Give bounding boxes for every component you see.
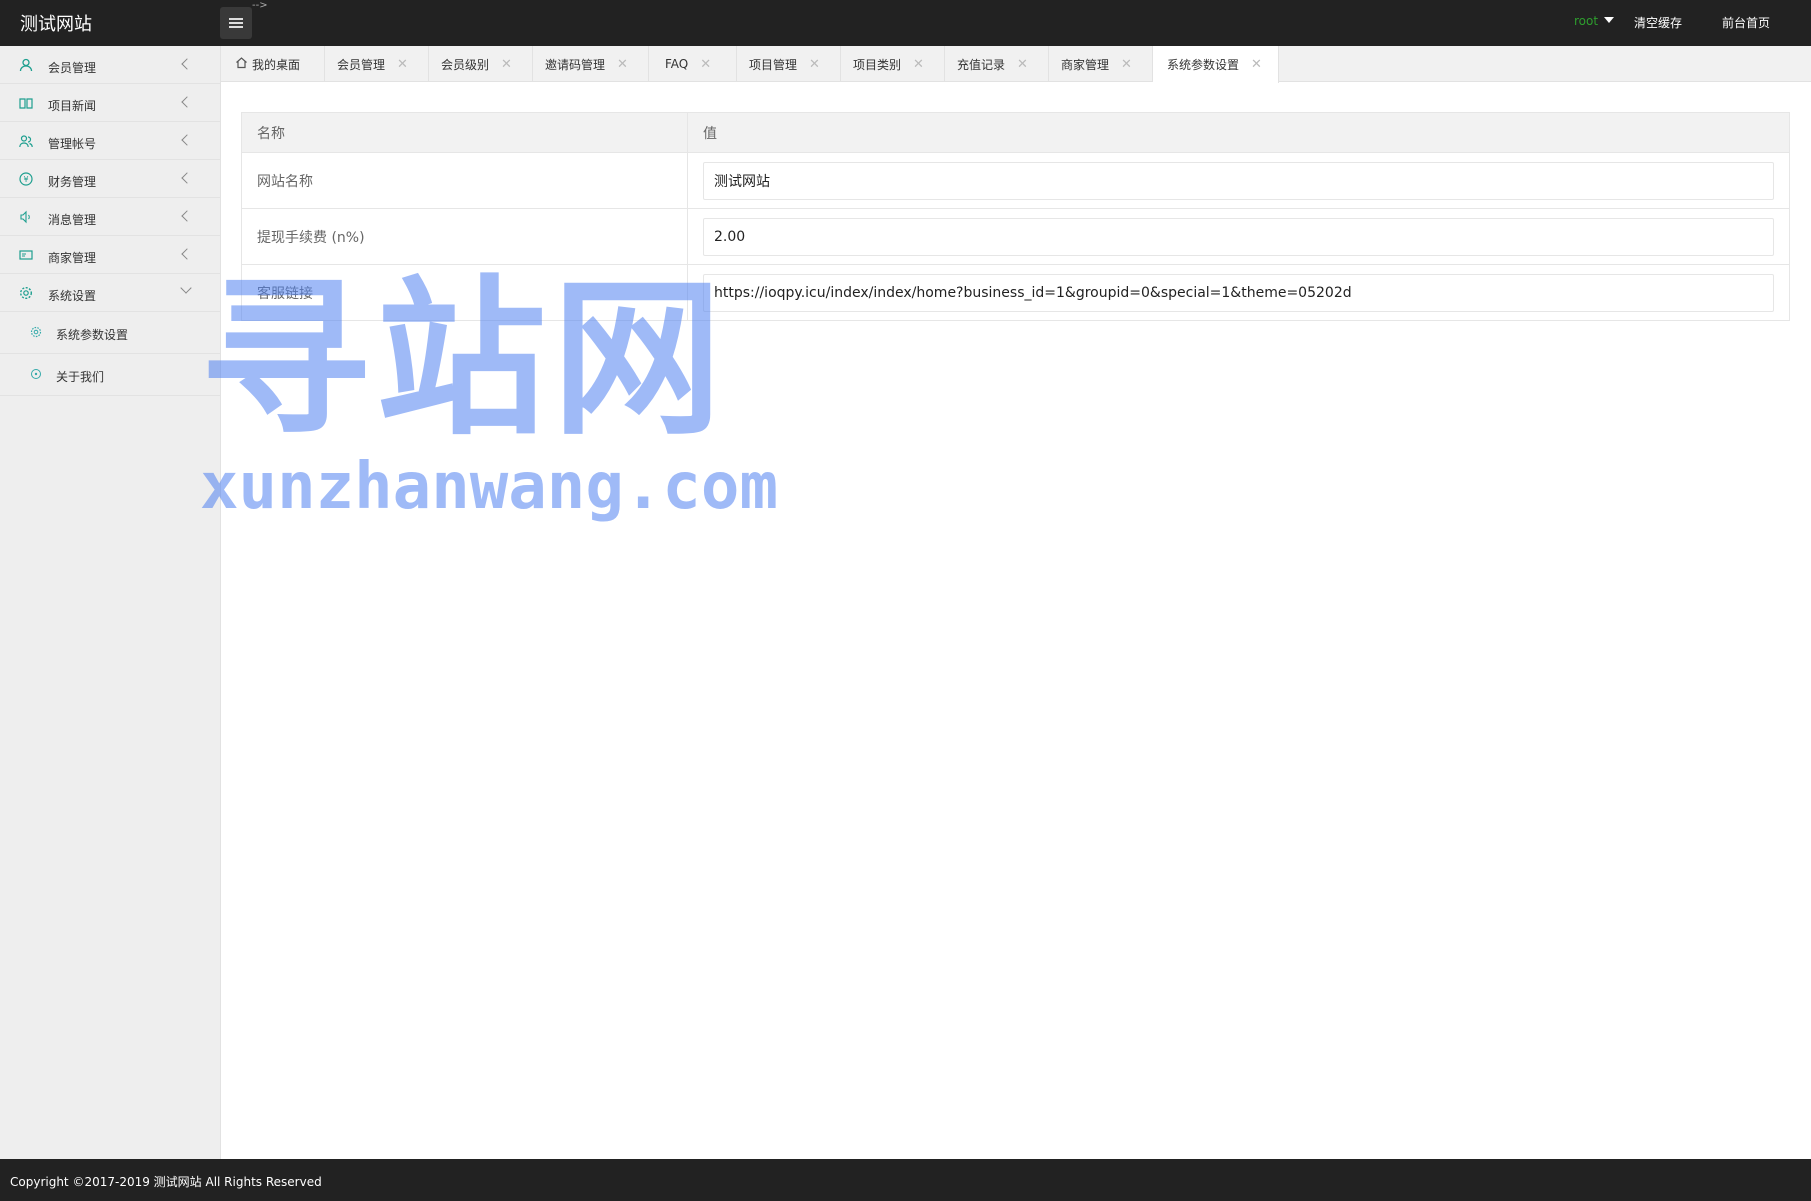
main-content: 名称 值 网站名称 提现手续费 (n%) 客服链接 — [241, 112, 1790, 321]
username: root — [1574, 14, 1599, 28]
sidebar-subitem-label: 系统参数设置 — [56, 328, 129, 342]
hamburger-icon — [229, 18, 243, 28]
tab-members[interactable]: 会员管理 ✕ — [325, 46, 429, 82]
sidebar-item-label: 会员管理 — [48, 61, 97, 75]
chevron-left-icon — [181, 134, 193, 146]
chevron-down-icon — [180, 282, 192, 294]
close-icon[interactable]: ✕ — [809, 57, 820, 72]
tab-merchants[interactable]: 商家管理 ✕ — [1049, 46, 1153, 82]
menu-toggle-button[interactable] — [220, 7, 252, 39]
sidebar-subitem-system-params[interactable]: 系统参数设置 — [0, 312, 220, 354]
tab-member-levels[interactable]: 会员级别 ✕ — [429, 46, 533, 82]
gear-icon — [19, 286, 33, 300]
close-icon[interactable]: ✕ — [501, 57, 512, 72]
tab-label: 商家管理 — [1061, 57, 1110, 72]
param-value-cell — [687, 208, 1790, 265]
caret-down-icon — [1604, 17, 1615, 23]
tab-label: 邀请码管理 — [545, 57, 606, 72]
watermark-domain: xunzhanwang.com — [200, 450, 778, 524]
tab-faq[interactable]: FAQ ✕ — [649, 46, 737, 82]
sidebar-item-messages[interactable]: 消息管理 — [0, 198, 220, 236]
circle-icon — [30, 368, 42, 380]
sidebar: 会员管理 项目新闻 管理帐号 ¥ 财务管理 消息管理 商家管理 系统设置 系统参… — [0, 46, 221, 1159]
sidebar-item-news[interactable]: 项目新闻 — [0, 84, 220, 122]
param-name: 客服链接 — [241, 264, 688, 321]
tab-recharge-records[interactable]: 充值记录 ✕ — [945, 46, 1049, 82]
tab-label: 项目管理 — [749, 57, 798, 72]
table-row: 提现手续费 (n%) — [241, 208, 1790, 265]
params-table: 名称 值 网站名称 提现手续费 (n%) 客服链接 — [241, 112, 1790, 321]
tab-label: 项目类别 — [853, 57, 902, 72]
sidebar-item-label: 项目新闻 — [48, 99, 97, 113]
tab-bar: 我的桌面 会员管理 ✕ 会员级别 ✕ 邀请码管理 ✕ FAQ ✕ 项目管理 ✕ … — [221, 46, 1811, 83]
service-link-input[interactable] — [703, 273, 1774, 312]
close-icon[interactable]: ✕ — [1017, 57, 1028, 72]
column-header-name: 名称 — [241, 112, 688, 153]
chevron-left-icon — [181, 172, 193, 184]
withdraw-fee-input[interactable] — [703, 217, 1774, 256]
stray-text: --> — [252, 0, 268, 11]
card-icon — [19, 248, 33, 262]
sidebar-item-system-settings[interactable]: 系统设置 — [0, 274, 220, 312]
close-icon[interactable]: ✕ — [1121, 57, 1132, 72]
home-icon — [235, 56, 248, 73]
param-value-cell — [687, 264, 1790, 321]
close-icon[interactable]: ✕ — [397, 57, 408, 72]
site-name-input[interactable] — [703, 161, 1774, 200]
param-name: 提现手续费 (n%) — [241, 208, 688, 265]
close-icon[interactable]: ✕ — [617, 57, 628, 72]
users-icon — [19, 134, 33, 148]
site-logo[interactable]: 测试网站 — [20, 10, 92, 36]
chevron-left-icon — [181, 96, 193, 108]
gear-icon — [30, 326, 42, 338]
sidebar-item-members[interactable]: 会员管理 — [0, 46, 220, 84]
sidebar-item-finance[interactable]: ¥ 财务管理 — [0, 160, 220, 198]
sidebar-item-label: 系统设置 — [48, 289, 97, 303]
param-name: 网站名称 — [241, 152, 688, 209]
close-icon[interactable]: ✕ — [700, 57, 711, 72]
user-icon — [19, 58, 33, 72]
sidebar-item-label: 消息管理 — [48, 213, 97, 227]
tab-label: 会员管理 — [337, 57, 386, 72]
table-header-row: 名称 值 — [241, 112, 1790, 153]
user-dropdown[interactable]: root — [1574, 14, 1615, 28]
sidebar-item-label: 管理帐号 — [48, 137, 97, 151]
chevron-left-icon — [181, 210, 193, 222]
tab-label: 系统参数设置 — [1167, 58, 1240, 72]
footer: Copyright ©2017-2019 测试网站 All Rights Res… — [0, 1159, 1811, 1201]
tab-projects[interactable]: 项目管理 ✕ — [737, 46, 841, 82]
tab-invite-codes[interactable]: 邀请码管理 ✕ — [533, 46, 649, 82]
tab-label: 充值记录 — [957, 57, 1006, 72]
book-icon — [19, 96, 33, 110]
sidebar-subitem-about-us[interactable]: 关于我们 — [0, 354, 220, 396]
tab-label: 我的桌面 — [252, 57, 301, 72]
close-icon[interactable]: ✕ — [1251, 57, 1262, 72]
front-home-link[interactable]: 前台首页 — [1722, 14, 1770, 31]
tab-my-desktop[interactable]: 我的桌面 — [221, 46, 325, 82]
sidebar-item-merchants[interactable]: 商家管理 — [0, 236, 220, 274]
sidebar-item-accounts[interactable]: 管理帐号 — [0, 122, 220, 160]
svg-text:¥: ¥ — [23, 175, 28, 184]
tab-label: 会员级别 — [441, 57, 490, 72]
tab-label: FAQ — [665, 57, 689, 71]
clear-cache-link[interactable]: 清空缓存 — [1634, 14, 1682, 31]
table-row: 客服链接 — [241, 264, 1790, 321]
close-icon[interactable]: ✕ — [913, 57, 924, 72]
sidebar-item-label: 财务管理 — [48, 175, 97, 189]
sidebar-item-label: 商家管理 — [48, 251, 97, 265]
table-row: 网站名称 — [241, 152, 1790, 209]
column-header-value: 值 — [687, 112, 1790, 153]
copyright-text: Copyright ©2017-2019 测试网站 All Rights Res… — [10, 1175, 322, 1189]
sidebar-subitem-label: 关于我们 — [56, 370, 105, 384]
speaker-icon — [19, 210, 33, 224]
chevron-left-icon — [181, 248, 193, 260]
param-value-cell — [687, 152, 1790, 209]
money-icon: ¥ — [19, 172, 33, 186]
tab-system-params[interactable]: 系统参数设置 ✕ — [1153, 46, 1279, 83]
top-header: 测试网站 --> root 清空缓存 前台首页 — [0, 0, 1811, 46]
tab-project-categories[interactable]: 项目类别 ✕ — [841, 46, 945, 82]
chevron-left-icon — [181, 58, 193, 70]
